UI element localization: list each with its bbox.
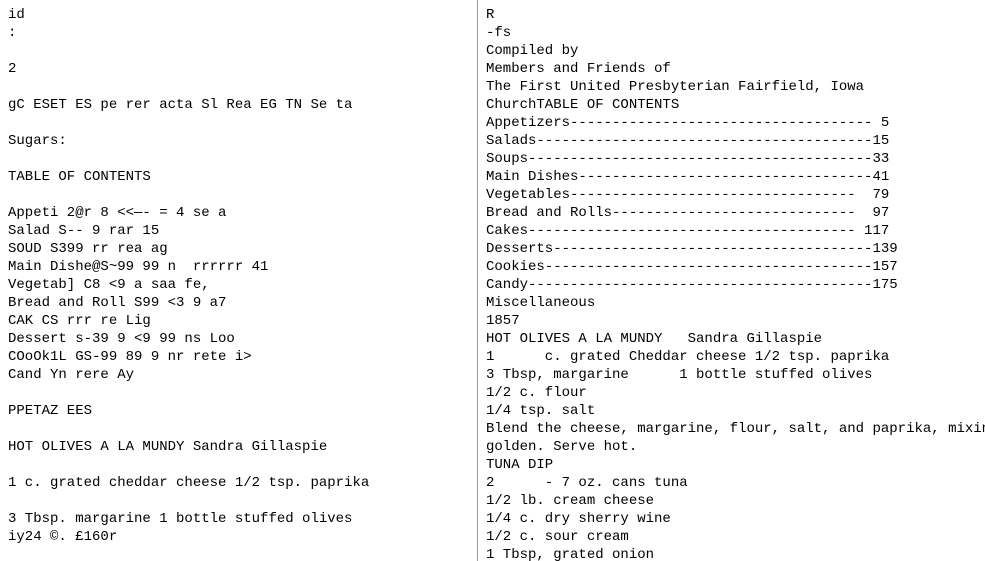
right-line: 1 c. grated Cheddar cheese 1/2 tsp. papr… bbox=[486, 348, 977, 366]
right-line: The First United Presbyterian Fairfield,… bbox=[486, 78, 977, 96]
left-line: PPETAZ EES bbox=[8, 402, 469, 420]
left-line: Appeti 2@r 8 <<—- = 4 se a bbox=[8, 204, 469, 222]
right-line: 1/2 c. flour bbox=[486, 384, 977, 402]
left-line bbox=[8, 42, 469, 60]
right-line: 2 - 7 oz. cans tuna bbox=[486, 474, 977, 492]
left-line: id bbox=[8, 6, 469, 24]
right-line: Salads----------------------------------… bbox=[486, 132, 977, 150]
right-line: Vegetables------------------------------… bbox=[486, 186, 977, 204]
left-line: Vegetab] C8 <9 a saa fe, bbox=[8, 276, 469, 294]
left-line: HOT OLIVES A LA MUNDY Sandra Gillaspie bbox=[8, 438, 469, 456]
right-line: Main Dishes-----------------------------… bbox=[486, 168, 977, 186]
left-line bbox=[8, 150, 469, 168]
left-line: Salad S-- 9 rar 15 bbox=[8, 222, 469, 240]
left-line: Sugars: bbox=[8, 132, 469, 150]
right-line: TUNA DIP bbox=[486, 456, 977, 474]
right-line: Appetizers------------------------------… bbox=[486, 114, 977, 132]
left-line: Main Dishe@S~99 99 n rrrrrr 41 bbox=[8, 258, 469, 276]
right-line: R bbox=[486, 6, 977, 24]
right-line: golden. Serve hot. bbox=[486, 438, 977, 456]
left-line: iy24 ©. £160r bbox=[8, 528, 469, 546]
left-line: 3 Tbsp. margarine 1 bottle stuffed olive… bbox=[8, 510, 469, 528]
left-line: CAK CS rrr re Lig bbox=[8, 312, 469, 330]
left-line bbox=[8, 456, 469, 474]
right-line: Desserts--------------------------------… bbox=[486, 240, 977, 258]
left-line: COoOk1L GS-99 89 9 nr rete i> bbox=[8, 348, 469, 366]
right-line: Miscellaneous bbox=[486, 294, 977, 312]
left-line: Cand Yn rere Ay bbox=[8, 366, 469, 384]
left-line: SOUD S399 rr rea ag bbox=[8, 240, 469, 258]
left-pane: id: 2 gC ESET ES pe rer acta Sl Rea EG T… bbox=[0, 0, 478, 561]
left-line: 1 c. grated cheddar cheese 1/2 tsp. papr… bbox=[8, 474, 469, 492]
right-line: Compiled by bbox=[486, 42, 977, 60]
left-line bbox=[8, 420, 469, 438]
right-line: 1/2 lb. cream cheese bbox=[486, 492, 977, 510]
left-line bbox=[8, 78, 469, 96]
left-line: : bbox=[8, 24, 469, 42]
left-line bbox=[8, 186, 469, 204]
right-line: HOT OLIVES A LA MUNDY Sandra Gillaspie bbox=[486, 330, 977, 348]
right-line: 1/4 c. dry sherry wine bbox=[486, 510, 977, 528]
left-line: gC ESET ES pe rer acta Sl Rea EG TN Se t… bbox=[8, 96, 469, 114]
left-line bbox=[8, 114, 469, 132]
left-line: 2 bbox=[8, 60, 469, 78]
right-line: -fs bbox=[486, 24, 977, 42]
right-line: Members and Friends of bbox=[486, 60, 977, 78]
right-line: Blend the cheese, margarine, flour, salt… bbox=[486, 420, 977, 438]
right-line: 3 Tbsp, margarine 1 bottle stuffed olive… bbox=[486, 366, 977, 384]
left-line: Dessert s-39 9 <9 99 ns Loo bbox=[8, 330, 469, 348]
right-line: 1/2 c. sour cream bbox=[486, 528, 977, 546]
right-line: Cakes-----------------------------------… bbox=[486, 222, 977, 240]
right-line: Soups-----------------------------------… bbox=[486, 150, 977, 168]
right-line: Cookies---------------------------------… bbox=[486, 258, 977, 276]
right-line: 1/4 tsp. salt bbox=[486, 402, 977, 420]
left-line: Bread and Roll S99 <3 9 a7 bbox=[8, 294, 469, 312]
right-line: Candy-----------------------------------… bbox=[486, 276, 977, 294]
right-line: Bread and Rolls-------------------------… bbox=[486, 204, 977, 222]
left-line bbox=[8, 492, 469, 510]
right-line: 1 Tbsp, grated onion bbox=[486, 546, 977, 561]
right-pane: R-fsCompiled byMembers and Friends ofThe… bbox=[478, 0, 985, 561]
right-line: 1857 bbox=[486, 312, 977, 330]
left-line: TABLE OF CONTENTS bbox=[8, 168, 469, 186]
left-line bbox=[8, 384, 469, 402]
right-line: ChurchTABLE OF CONTENTS bbox=[486, 96, 977, 114]
